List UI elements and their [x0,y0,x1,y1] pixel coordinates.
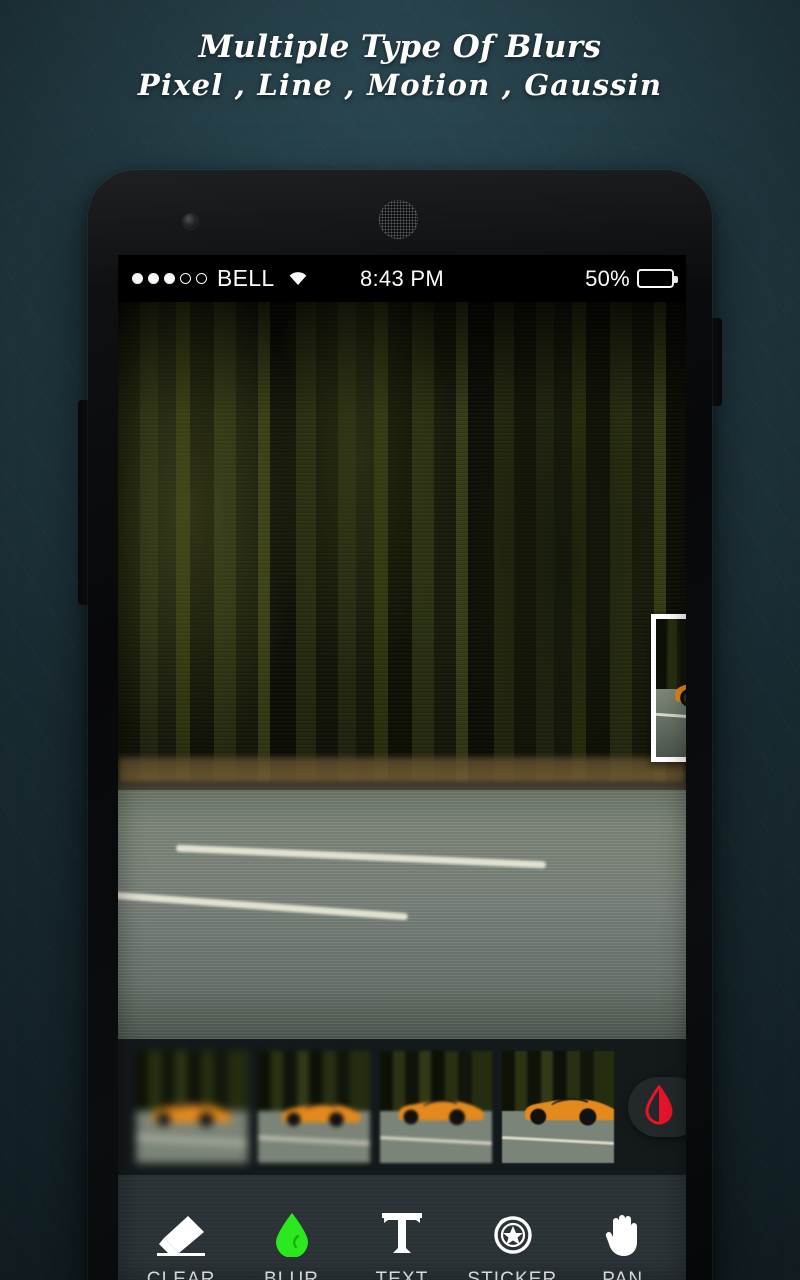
blur-preset-thumbnail[interactable] [502,1051,614,1163]
tool-clear[interactable]: CLEAR [128,1211,234,1280]
wifi-icon [285,266,311,292]
before-preview-image [656,619,686,757]
blur-preset-thumbnail[interactable] [136,1051,248,1163]
status-bar-left: BELL [118,265,311,292]
tool-blur-label: BLUR [264,1269,320,1280]
before-preview-thumbnail[interactable]: B E F O R E [651,614,686,762]
promo-headline: Multiple Type Of Blurs Pixel , Line , Mo… [0,28,800,104]
red-droplet-icon [644,1083,674,1130]
earpiece-speaker-icon [379,200,418,239]
battery-icon [637,269,678,288]
tool-pan-label: PAN [602,1269,644,1280]
carrier-name: BELL [217,265,275,291]
tool-pan[interactable]: PAN [570,1211,676,1280]
front-camera-icon [183,214,198,229]
promo-headline-line2: Pixel , Line , Motion , Gaussin [137,68,663,103]
blur-preset-thumbnail[interactable] [380,1051,492,1163]
editor-toolbar: CLEAR BLUR TEXT STICKER PAN [118,1175,686,1280]
sticker-icon [489,1211,535,1257]
tool-blur[interactable]: BLUR [239,1211,345,1280]
blur-preset-filmstrip[interactable] [118,1039,686,1175]
tool-sticker-label: STICKER [467,1269,558,1280]
status-bar: BELL 8:43 PM 50% [118,255,686,302]
eraser-icon [155,1211,207,1257]
status-bar-right: 50% [585,266,686,292]
signal-strength-icon [132,273,207,284]
tool-text-label: TEXT [375,1269,429,1280]
hand-icon [601,1211,645,1257]
promo-headline-line1: Multiple Type Of Blurs [198,29,602,65]
tool-sticker[interactable]: STICKER [459,1211,565,1280]
forest-shading [118,302,686,822]
blur-intensity-button[interactable] [628,1077,686,1137]
before-photo [656,619,686,757]
photo-canvas[interactable]: B E F O R E [118,302,686,1039]
phone-screen: BELL 8:43 PM 50% CLEAR BLUR TEXT STICKER… [118,255,686,1280]
tool-clear-label: CLEAR [146,1269,216,1280]
battery-percent-label: 50% [585,265,630,291]
blur-preset-thumbnail[interactable] [258,1051,370,1163]
tool-text[interactable]: TEXT [349,1211,455,1280]
text-t-icon [380,1211,424,1257]
droplet-icon [272,1211,312,1257]
